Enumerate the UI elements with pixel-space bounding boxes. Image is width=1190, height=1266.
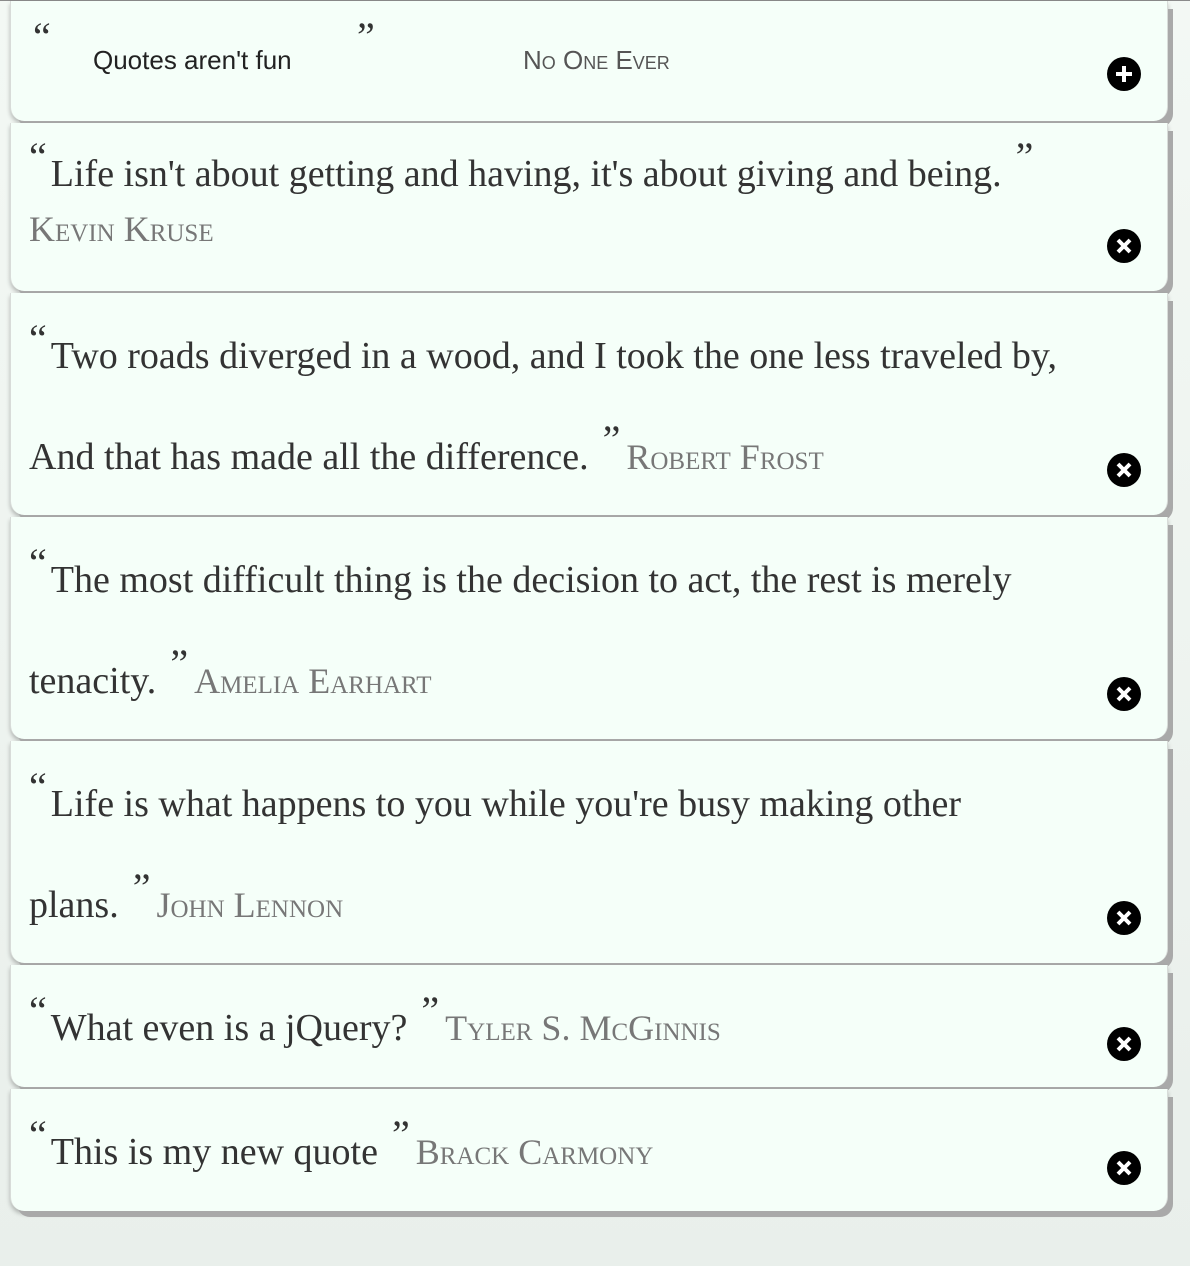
quote-text: Two roads diverged in a wood, and I took… bbox=[29, 335, 1057, 478]
x-circle-icon[interactable] bbox=[1107, 453, 1141, 487]
quote-card: “Two roads diverged in a wood, and I too… bbox=[10, 293, 1168, 515]
close-quote-mark: ” bbox=[602, 417, 621, 462]
open-quote-mark: “ bbox=[33, 14, 51, 59]
quote-author: Amelia Earhart bbox=[194, 661, 432, 701]
open-quote-mark: “ bbox=[29, 540, 47, 585]
quote-author: Tyler S. McGinnis bbox=[445, 1008, 721, 1048]
close-quote-mark: ” bbox=[421, 988, 440, 1033]
x-circle-icon[interactable] bbox=[1107, 229, 1141, 263]
plus-circle-icon[interactable] bbox=[1107, 57, 1141, 91]
open-quote-mark: “ bbox=[29, 134, 47, 179]
open-quote-mark: “ bbox=[29, 316, 47, 361]
x-circle-icon[interactable] bbox=[1107, 677, 1141, 711]
x-circle-icon[interactable] bbox=[1107, 1151, 1141, 1185]
close-quote-mark: ” bbox=[132, 865, 151, 910]
quote-text: This is my new quote bbox=[50, 1131, 378, 1173]
quote-author: Brack Carmony bbox=[415, 1132, 654, 1172]
quote-text: What even is a jQuery? bbox=[50, 1007, 408, 1049]
quote-card: “Life is what happens to you while you'r… bbox=[10, 741, 1168, 963]
close-quote-mark: ” bbox=[170, 641, 189, 686]
author-input[interactable]: No One Ever bbox=[523, 45, 670, 76]
open-quote-mark: “ bbox=[29, 764, 47, 809]
quote-author: John Lennon bbox=[156, 885, 344, 925]
close-quote-mark: ” bbox=[1015, 134, 1034, 179]
quote-author: Robert Frost bbox=[626, 437, 824, 477]
quote-text: Life isn't about getting and having, it'… bbox=[50, 153, 1002, 195]
quote-author: Kevin Kruse bbox=[29, 208, 214, 249]
open-quote-mark: “ bbox=[29, 1112, 47, 1157]
close-quote-mark: ” bbox=[357, 14, 375, 59]
quote-input[interactable]: Quotes aren't fun bbox=[93, 45, 292, 76]
x-circle-icon[interactable] bbox=[1107, 901, 1141, 935]
x-circle-icon[interactable] bbox=[1107, 1027, 1141, 1061]
new-quote-card: “ Quotes aren't fun ” No One Ever bbox=[10, 1, 1168, 121]
quote-card: “The most difficult thing is the decisio… bbox=[10, 517, 1168, 739]
quotes-page: “ Quotes aren't fun ” No One Ever “Life … bbox=[0, 0, 1190, 1266]
quote-card: “This is my new quote ” Brack Carmony bbox=[10, 1089, 1168, 1211]
quote-card: “What even is a jQuery? ” Tyler S. McGinni… bbox=[10, 965, 1168, 1087]
open-quote-mark: “ bbox=[29, 988, 47, 1033]
quote-card: “Life isn't about getting and having, it… bbox=[10, 123, 1168, 291]
close-quote-mark: ” bbox=[391, 1112, 410, 1157]
